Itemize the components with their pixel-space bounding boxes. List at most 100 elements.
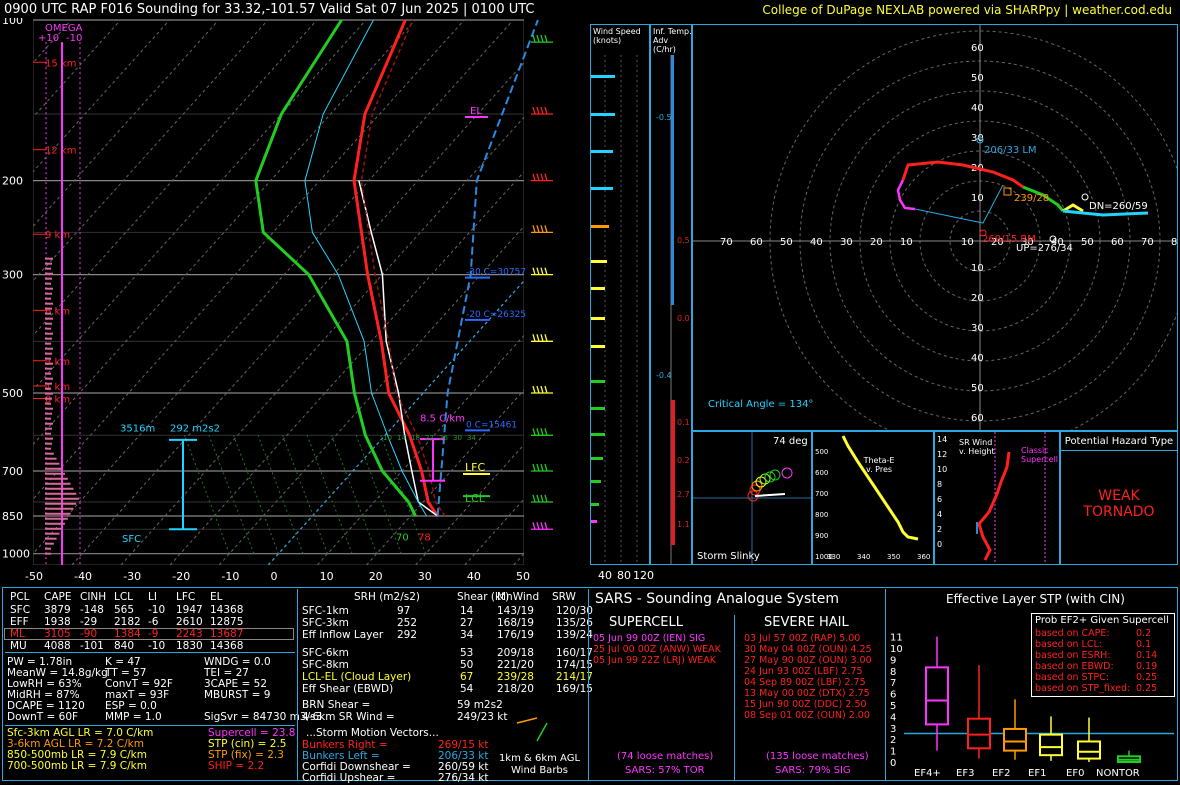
kin-cell: 176/19 — [497, 629, 534, 641]
stp-category: EF0 — [1066, 768, 1084, 779]
stp-category: EF3 — [956, 768, 974, 779]
ws-bar — [591, 380, 605, 383]
sars-sc-prob: SARS: 57% TOR — [625, 765, 705, 776]
index-item: DownT = 60F — [7, 711, 79, 723]
sars-hail-matches: (135 loose matches) — [766, 751, 869, 762]
srw-tick: 14 — [937, 435, 947, 444]
thermo-cell: 2610 — [176, 616, 203, 628]
minus20c-label: -20 C=26325 — [466, 310, 526, 320]
x-tick-label: -30 — [123, 570, 141, 583]
sfc-t-label: 78 — [418, 533, 431, 544]
height-label: 12 km — [45, 146, 76, 157]
hodo-tick: 80 — [1171, 237, 1177, 248]
hodo-up-label: UP=276/34 — [1016, 243, 1073, 254]
thermo-cell: 14368 — [210, 640, 244, 652]
vector-value: 276/34 kt — [438, 772, 489, 784]
stp-prob-box: Prob EF2+ Given Supercell based on CAPE: 0… — [1031, 613, 1175, 697]
srw-note: Classic Supercell — [1021, 446, 1059, 464]
kin-cell: 218/20 — [497, 683, 534, 695]
hodo-tick: 40 — [810, 237, 823, 248]
theta-e-panel: 500 600 700 800 900 1000 330 340 350 360 Theta-E… — [812, 431, 934, 565]
mixing-line — [282, 435, 329, 554]
x-tick-label: 50 — [516, 570, 530, 583]
kin-header: SRW — [552, 591, 576, 603]
srw-tick: 0 — [937, 540, 942, 549]
thermo-header: PCL — [10, 591, 30, 603]
ws-bar — [591, 520, 597, 523]
hodo-tick: 20 — [971, 293, 984, 304]
sars-supercell-title: SUPERCELL — [609, 615, 683, 630]
x-tick-label: -20 — [172, 570, 190, 583]
srw-tick: 12 — [937, 450, 947, 459]
thermo-cell: 1830 — [176, 640, 203, 652]
thermo-cell: -148 — [80, 604, 104, 616]
adv-val-1: 0.5 — [677, 236, 690, 245]
ws-bar — [591, 503, 599, 506]
hodo-tick: 10 — [900, 237, 913, 248]
ws-bar — [591, 260, 607, 263]
ws-bar — [591, 480, 601, 483]
srw-title: SR Wind v. Height — [959, 438, 995, 456]
composite: SHIP = 2.2 — [208, 760, 265, 772]
stp-category: NONTOR — [1096, 768, 1140, 779]
srw-tick: 6 — [937, 495, 942, 504]
p-tick-label: 300 — [2, 269, 23, 282]
mix-tick: 34 — [467, 434, 476, 442]
hazard-title: Potential Hazard Type — [1061, 436, 1177, 451]
height-label: 15 km — [45, 58, 76, 69]
kin-cell: 221/20 — [497, 659, 534, 671]
x-tick-label: 40 — [467, 570, 481, 583]
thermo-cell: 1947 — [176, 604, 203, 616]
sars-section: SARS - Sounding Analogue System SUPERCELL… — [589, 589, 885, 781]
hodo-tick: 50 — [971, 383, 984, 394]
storm-vec-title: ...Storm Motion Vectors... — [306, 727, 439, 739]
ws-bar — [591, 317, 605, 320]
kin-label: SFC-8km — [302, 659, 349, 671]
sfc-td-label: 70 — [396, 533, 409, 544]
hodo-lm-label: 206/33 LM — [984, 145, 1037, 156]
p-tick-label: 200 — [2, 175, 23, 188]
thermo-cell: 14368 — [210, 604, 244, 616]
stp-category: EF1 — [1028, 768, 1046, 779]
adv-val-4: 0.1 — [677, 418, 690, 427]
theta-p-tick: 500 — [815, 448, 828, 456]
thermo-cell: -10 — [148, 604, 166, 616]
stp-prob-label: based on STP_fixed: — [1035, 683, 1131, 694]
thermo-cell: SFC — [10, 604, 31, 616]
thermo-cell: EFF — [10, 616, 29, 628]
hazard-panel: Potential Hazard Type WEAK TORNADO — [1060, 431, 1178, 565]
sr-wind-panel: 14 12 10 8 6 4 2 0 SR Wind v. Height Classic Su… — [934, 431, 1060, 565]
mix-tick: 22 — [425, 434, 434, 442]
skewt-frame — [32, 19, 525, 566]
theta-title: Theta-E v. Pres — [863, 456, 895, 474]
ws-bar — [591, 287, 605, 290]
sars-hail-title: SEVERE HAIL — [764, 615, 849, 630]
stp-prob-value: 0.25 — [1136, 683, 1158, 694]
thermo-row-highlight — [4, 628, 294, 640]
kin-label: SFC-3km — [302, 617, 349, 629]
kin-cell: 143/19 — [497, 605, 534, 617]
kin-cell: 53 — [460, 647, 474, 659]
lapse-rates: Sfc-3km AGL LR = 7.0 C/km 3-6km AGL LR = … — [7, 727, 207, 779]
hodo-tick: 70 — [720, 237, 733, 248]
ws-bar — [591, 457, 603, 460]
stp-prob-title: Prob EF2+ Given Supercell — [1035, 615, 1169, 626]
ws-bar — [591, 407, 605, 410]
ws-bar — [591, 345, 605, 348]
stp-y-tick: 10 — [890, 644, 903, 655]
vector-label: Corfidi Upshear = — [302, 772, 396, 784]
hodo-tick: 50 — [971, 73, 984, 84]
stp-y-tick: 4 — [890, 712, 896, 723]
ws-bar — [591, 113, 615, 116]
isotherm — [120, 43, 590, 566]
hodo-tick: 50 — [780, 237, 793, 248]
stp-y-tick: 9 — [890, 655, 896, 666]
hodograph-chart: 7060504030201010203040506070806050403020… — [693, 25, 1177, 430]
ws-bar — [591, 433, 605, 436]
thermo-cell: 3879 — [44, 604, 71, 616]
kinematic-section: SRH (m2/s2) Shear (kt) MnWind SRW SFC-1km 97 1… — [302, 591, 593, 784]
stp-category: EF2 — [992, 768, 1010, 779]
thermo-header: LFC — [176, 591, 196, 603]
kin-cell: 50 — [460, 659, 474, 671]
critical-angle: Critical Angle = 134° — [708, 399, 813, 410]
